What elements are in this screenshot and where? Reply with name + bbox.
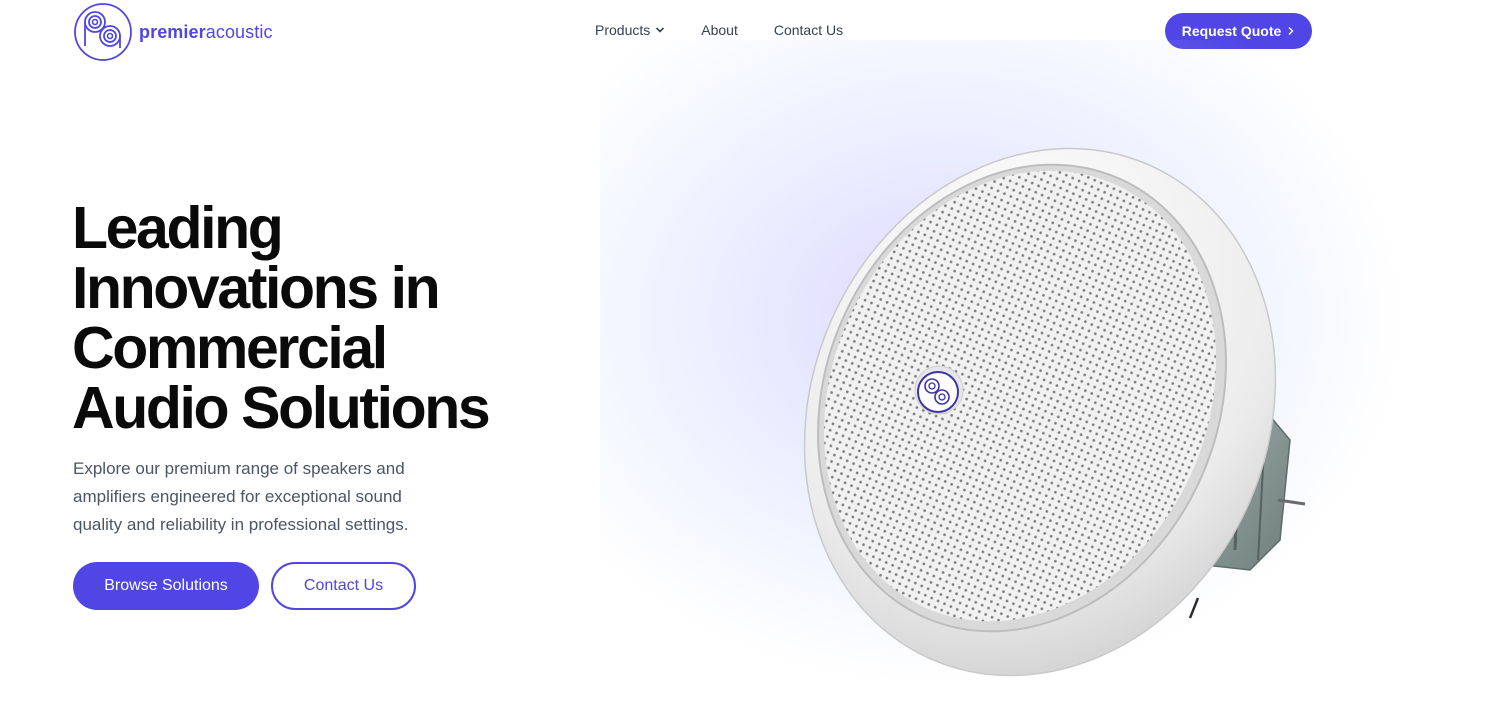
hero-subtitle-line: quality and reliability in professional … (73, 515, 409, 534)
brand-name-bold: premier (139, 21, 206, 42)
hero-subtitle-line: Explore our premium range of speakers an… (73, 459, 405, 478)
nav-products[interactable]: Products (595, 22, 665, 38)
browse-solutions-button[interactable]: Browse Solutions (73, 562, 259, 610)
nav-products-label: Products (595, 22, 651, 38)
hero-title-line: Commercial (72, 315, 388, 381)
hero-subtitle-line: amplifiers engineered for exceptional so… (73, 487, 402, 506)
nav-contact-us[interactable]: Contact Us (774, 22, 843, 38)
request-quote-label: Request Quote (1181, 23, 1282, 39)
hero-title-line: Innovations in (72, 255, 441, 321)
brand-wordmark: premieracoustic (139, 22, 273, 43)
hero-title-line: Leading (72, 195, 284, 261)
main-nav: Products About Contact Us (595, 22, 843, 38)
hero-title-line: Audio Solutions (72, 375, 491, 441)
contact-us-button[interactable]: Contact Us (271, 562, 416, 610)
chevron-down-icon (656, 27, 665, 33)
chevron-right-icon (1288, 27, 1294, 35)
hero-subtitle: Explore our premium range of speakers an… (73, 455, 473, 539)
nav-about[interactable]: About (701, 22, 738, 38)
pa-swirl-logo-icon (74, 3, 132, 61)
hero-title: Leading Innovations in Commercial Audio … (72, 198, 592, 438)
brand-name-light: acoustic (205, 21, 273, 42)
brand-logo[interactable]: premieracoustic (73, 2, 273, 62)
ceiling-speaker-image (803, 147, 1306, 677)
